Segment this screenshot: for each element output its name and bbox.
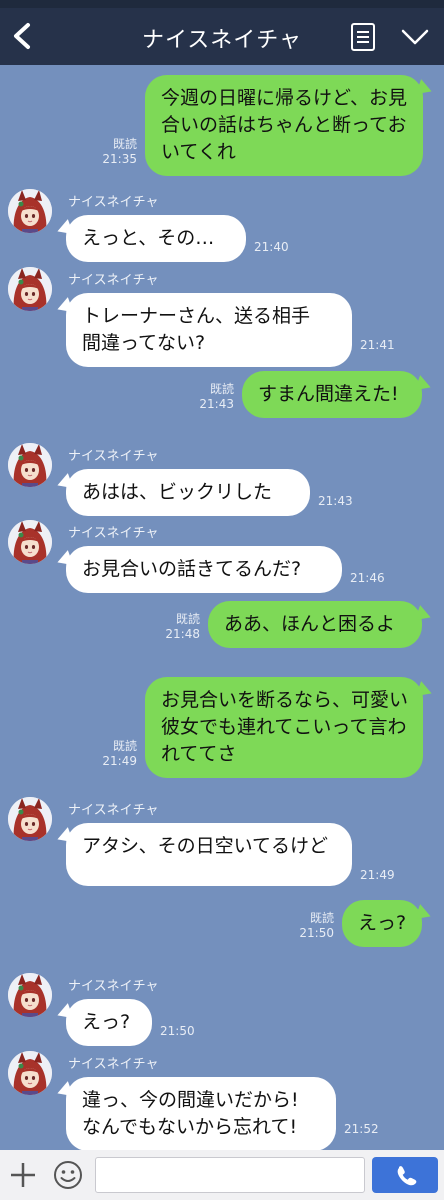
- chat-title: ナイスネイチャ: [141, 28, 303, 53]
- incoming-message-bubble[interactable]: あはは、ビックリした: [66, 469, 310, 516]
- sender-name: ナイスネイチャ: [68, 526, 159, 541]
- sender-name: ナイスネイチャ: [68, 979, 159, 994]
- message-meta: 既読 21:49: [99, 739, 137, 769]
- outgoing-message-bubble[interactable]: すまん間違えた!: [242, 371, 422, 418]
- message-meta: 既読 21:50: [296, 911, 334, 941]
- avatar[interactable]: [8, 1051, 52, 1095]
- sender-name: ナイスネイチャ: [68, 195, 159, 210]
- message-time: 21:43: [318, 494, 353, 508]
- notes-icon[interactable]: [350, 22, 376, 52]
- read-receipt: 既読: [309, 911, 334, 925]
- avatar-image: [8, 797, 52, 841]
- message-time: 21:35: [102, 152, 137, 166]
- message-time: 21:41: [360, 338, 395, 352]
- sender-name: ナイスネイチャ: [68, 273, 159, 288]
- avatar[interactable]: [8, 189, 52, 233]
- avatar[interactable]: [8, 443, 52, 487]
- read-receipt: 既読: [209, 382, 234, 396]
- message-input[interactable]: [95, 1157, 365, 1193]
- message-meta: 既読 21:48: [162, 612, 200, 642]
- message-time: 21:43: [199, 397, 234, 411]
- incoming-message-bubble[interactable]: アタシ、その日空いてるけど: [66, 823, 352, 886]
- sender-name: ナイスネイチャ: [68, 449, 159, 464]
- chevron-down-icon[interactable]: [400, 26, 430, 48]
- read-receipt: 既読: [175, 612, 200, 626]
- message-time: 21:50: [299, 926, 334, 940]
- incoming-message-bubble[interactable]: トレーナーさん、送る相手 間違ってない?: [66, 293, 352, 367]
- message-time: 21:48: [165, 627, 200, 641]
- chat-header: ナイスネイチャ: [0, 8, 444, 65]
- phone-icon: [397, 1166, 417, 1186]
- outgoing-message-bubble[interactable]: えっ?: [342, 900, 422, 947]
- incoming-message-bubble[interactable]: 違っ、今の間違いだから! なんでもないから忘れて!: [66, 1077, 336, 1151]
- message-time: 21:46: [350, 571, 385, 585]
- outgoing-message-bubble[interactable]: 今週の日曜に帰るけど、お見合いの話はちゃんと断っておいてくれ: [145, 75, 423, 176]
- plus-icon[interactable]: [8, 1160, 38, 1190]
- avatar[interactable]: [8, 520, 52, 564]
- emoji-icon[interactable]: [52, 1159, 84, 1191]
- message-meta: 既読 21:43: [196, 382, 234, 412]
- input-bar: [0, 1150, 444, 1200]
- avatar-image: [8, 973, 52, 1017]
- status-bar: [0, 0, 444, 8]
- avatar-image: [8, 189, 52, 233]
- incoming-message-bubble[interactable]: えっと、その…: [66, 215, 246, 262]
- outgoing-message-bubble[interactable]: お見合いを断るなら、可愛い彼女でも連れてこいって言われててさ: [145, 677, 423, 778]
- read-receipt: 既読: [112, 739, 137, 753]
- avatar[interactable]: [8, 973, 52, 1017]
- send-button[interactable]: [372, 1157, 438, 1193]
- avatar[interactable]: [8, 797, 52, 841]
- message-time: 21:40: [254, 240, 289, 254]
- outgoing-message-bubble[interactable]: ああ、ほんと困るよ: [208, 601, 422, 648]
- avatar-image: [8, 443, 52, 487]
- avatar-image: [8, 1051, 52, 1095]
- message-time: 21:49: [360, 868, 395, 882]
- read-receipt: 既読: [112, 137, 137, 151]
- message-time: 21:49: [102, 754, 137, 768]
- message-meta: 既読 21:35: [99, 137, 137, 167]
- avatar-image: [8, 267, 52, 311]
- incoming-message-bubble[interactable]: えっ?: [66, 999, 152, 1046]
- incoming-message-bubble[interactable]: お見合いの話きてるんだ?: [66, 546, 342, 593]
- avatar[interactable]: [8, 267, 52, 311]
- message-time: 21:52: [344, 1122, 379, 1136]
- sender-name: ナイスネイチャ: [68, 803, 159, 818]
- avatar-image: [8, 520, 52, 564]
- message-time: 21:50: [160, 1024, 195, 1038]
- sender-name: ナイスネイチャ: [68, 1057, 159, 1072]
- chat-area[interactable]: 今週の日曜に帰るけど、お見合いの話はちゃんと断っておいてくれ 既読 21:35 ナイス…: [0, 65, 444, 1151]
